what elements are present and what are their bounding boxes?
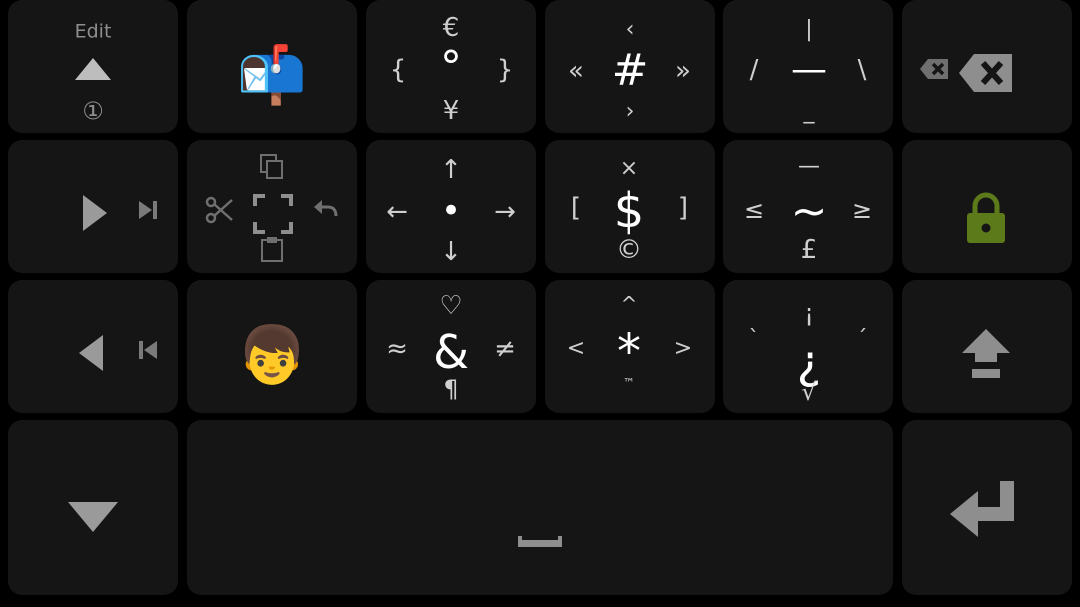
- sym-left: ≈: [386, 334, 408, 364]
- space-bar-icon: [518, 535, 562, 547]
- sym-right: ]: [677, 193, 689, 223]
- sym-bottom: _: [803, 99, 815, 124]
- sym-top: |: [805, 17, 813, 42]
- play-left-icon: [79, 335, 103, 371]
- arrow-right: →: [494, 197, 516, 227]
- sym-bottom: ¥: [442, 96, 460, 126]
- lock-icon: [966, 192, 1006, 244]
- sym-right: ≥: [851, 196, 873, 224]
- sym-top: ^: [620, 292, 638, 316]
- sym-bottom: ™: [623, 376, 635, 390]
- key-bar[interactable]: | / — \ _: [723, 0, 893, 133]
- sym-left: {: [389, 55, 407, 85]
- key-boy-emoji[interactable]: 👦: [187, 280, 357, 413]
- sym-center: $: [613, 183, 645, 239]
- key-ampersand[interactable]: ♡ ≈ & ≠ ¶: [366, 280, 536, 413]
- sym-bottom: £: [800, 235, 818, 265]
- sym-left: `: [748, 327, 760, 352]
- undo-icon: [312, 198, 338, 218]
- sym-center: &: [433, 325, 469, 379]
- cut-icon: [205, 196, 233, 224]
- key-inverted-question[interactable]: ¡ ` ¿ ´ √: [723, 280, 893, 413]
- key-shift[interactable]: [902, 280, 1072, 413]
- key-right-arrow[interactable]: [8, 140, 178, 273]
- backspace-icon: [958, 53, 1014, 93]
- sym-right: ≠: [494, 334, 516, 364]
- sym-bottom: ©: [616, 235, 642, 265]
- key-asterisk[interactable]: ^ < * > ™: [545, 280, 715, 413]
- key-backspace[interactable]: [902, 0, 1072, 133]
- edit-label: Edit: [74, 20, 112, 43]
- triangle-up-icon: [75, 58, 111, 80]
- key-edit[interactable]: Edit ①: [8, 0, 178, 133]
- key-clipboard[interactable]: [187, 140, 357, 273]
- key-mailbox-emoji[interactable]: 📬: [187, 0, 357, 133]
- key-euro-degree[interactable]: € { ° } ¥: [366, 0, 536, 133]
- key-lock[interactable]: [902, 140, 1072, 273]
- skip-end-icon: [139, 201, 157, 219]
- sym-right: }: [496, 55, 514, 85]
- select-all-icon: [253, 194, 293, 234]
- sym-center: *: [617, 324, 641, 380]
- sym-left: /: [749, 55, 759, 85]
- sym-right: \: [857, 55, 867, 85]
- key-hash[interactable]: ‹ « # » ›: [545, 0, 715, 133]
- shift-icon: [962, 329, 1010, 379]
- play-right-icon: [83, 195, 107, 231]
- sym-center: #: [611, 45, 649, 96]
- sym-left: ≤: [743, 196, 765, 224]
- sym-top: ‹: [625, 17, 635, 42]
- sym-top: ×: [619, 156, 639, 181]
- sym-right: »: [675, 56, 691, 86]
- key-enter[interactable]: [902, 420, 1072, 595]
- triangle-down-icon: [68, 502, 118, 532]
- key-arrows[interactable]: ↑ ← • → ↓: [366, 140, 536, 273]
- bullet: •: [440, 191, 462, 231]
- arrow-up: ↑: [440, 155, 462, 185]
- sym-left: <: [566, 336, 586, 361]
- sym-bottom: ¶: [443, 375, 459, 403]
- key-dollar[interactable]: × [ $ ] ©: [545, 140, 715, 273]
- sym-center: —: [791, 49, 827, 90]
- key-left-arrow[interactable]: [8, 280, 178, 413]
- enter-icon: [950, 481, 1016, 537]
- boy-emoji: 👦: [237, 323, 307, 388]
- skip-start-icon: [139, 341, 157, 359]
- key-tilde[interactable]: — ≤ ~ ≥ £: [723, 140, 893, 273]
- sym-right: ´: [856, 327, 868, 352]
- key-down[interactable]: [8, 420, 178, 595]
- edit-circled-one: ①: [82, 97, 104, 125]
- sym-bottom: ›: [625, 99, 635, 124]
- sym-bottom: √: [801, 378, 817, 406]
- sym-left: «: [568, 56, 584, 86]
- copy-icon: [260, 154, 284, 180]
- arrow-down: ↓: [440, 237, 462, 267]
- sym-top: €: [442, 13, 460, 43]
- mailbox-emoji: 📬: [237, 43, 307, 108]
- sym-right: >: [673, 336, 693, 361]
- sym-center: °: [440, 42, 462, 93]
- sym-top: ¡: [804, 299, 814, 327]
- paste-icon: [261, 236, 283, 262]
- sym-left: [: [570, 193, 582, 223]
- sym-center: ~: [790, 186, 828, 237]
- arrow-left: ←: [386, 197, 408, 227]
- delete-word-icon: [918, 57, 950, 81]
- sym-top: —: [798, 154, 820, 179]
- key-space[interactable]: [187, 420, 893, 595]
- sym-top: ♡: [439, 291, 463, 321]
